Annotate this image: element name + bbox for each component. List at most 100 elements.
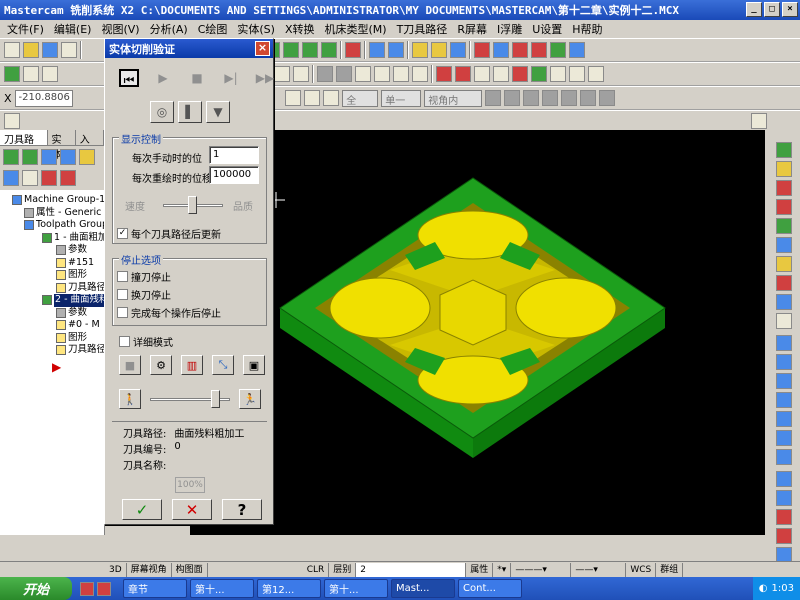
line-icon[interactable] [23, 66, 39, 82]
clear-color-button[interactable]: CLR [303, 562, 330, 577]
step-icon[interactable]: ▶| [221, 69, 241, 87]
net-icon[interactable] [412, 66, 428, 82]
tool-display-icon[interactable]: ◎ [150, 101, 174, 123]
filter-all-dropdown[interactable]: 全部... [342, 89, 379, 107]
table-icon[interactable] [436, 66, 452, 82]
view-front-icon[interactable] [283, 42, 299, 58]
screen-view-button[interactable]: 屏幕视角 [127, 562, 172, 577]
lock-ops-icon[interactable] [79, 149, 95, 165]
dialog-close-button[interactable]: × [255, 41, 270, 56]
simulation-speed-slider[interactable] [150, 389, 230, 409]
detail-mode-checkbox[interactable]: 详细模式 [119, 334, 173, 349]
quick-launch-icon[interactable] [97, 581, 111, 596]
taskbar-item[interactable]: Cont... [458, 579, 522, 598]
speed-slider-thumb[interactable] [188, 196, 197, 214]
edit-icon[interactable] [474, 66, 490, 82]
point-icon[interactable] [4, 66, 20, 82]
help-button[interactable]: ? [222, 499, 262, 520]
chart-icon[interactable]: ▥ [181, 355, 203, 375]
move-up-icon[interactable] [60, 169, 76, 186]
sweep-solid-icon[interactable] [775, 373, 792, 389]
tray-icon[interactable]: ◐ [759, 583, 768, 594]
window-select-icon[interactable] [523, 90, 540, 106]
stop-collision-checkbox[interactable]: 撞刀停止 [117, 269, 171, 284]
construction-plane-button[interactable]: 构图面 [172, 562, 208, 577]
simulation-slider-thumb[interactable] [211, 390, 221, 408]
boolean-remove-icon[interactable] [775, 509, 792, 525]
solid-box-icon[interactable] [775, 199, 792, 215]
post-icon[interactable] [531, 42, 547, 58]
cancel-button[interactable]: ✕ [172, 499, 212, 520]
vector-icon[interactable] [561, 90, 578, 106]
arc-icon[interactable] [42, 66, 58, 82]
maximize-button[interactable]: □ [764, 2, 780, 17]
brush-icon[interactable] [450, 42, 466, 58]
tool-icon[interactable] [512, 42, 528, 58]
highlight-icon[interactable] [431, 42, 447, 58]
chain-icon[interactable] [504, 90, 521, 106]
start-button[interactable]: 开始 [0, 577, 72, 600]
menu-create[interactable]: C绘图 [193, 21, 233, 37]
tree-item[interactable]: 刀具路径 [2, 344, 104, 357]
area-icon[interactable] [580, 90, 597, 106]
cone-icon[interactable] [775, 256, 792, 272]
stop-icon[interactable]: ■ [187, 69, 207, 87]
open-file-icon[interactable] [23, 42, 39, 58]
update-after-each-checkbox[interactable]: ✓ 每个刀具路径后更新 [117, 226, 221, 241]
dimension-icon[interactable] [293, 66, 309, 82]
draft-icon[interactable] [355, 66, 371, 82]
group-button[interactable]: 群组 [656, 562, 684, 577]
line-width-dropdown[interactable]: ——▾ [571, 562, 627, 577]
hidden-line-icon[interactable] [775, 180, 792, 196]
minimize-button[interactable]: _ [746, 2, 762, 17]
point-style-dropdown[interactable]: *▾ [493, 562, 512, 577]
new-file-icon[interactable] [4, 42, 20, 58]
tree-item[interactable]: 参数 [2, 244, 102, 257]
holder-display-icon[interactable]: ▌ [178, 101, 202, 123]
stop-tool-change-checkbox[interactable]: 换刀停止 [117, 287, 171, 302]
menu-help[interactable]: H帮助 [567, 21, 607, 37]
ok-button[interactable]: ✓ [122, 499, 162, 520]
menu-screen[interactable]: R屏幕 [452, 21, 492, 37]
menu-view[interactable]: 视图(V) [96, 21, 144, 37]
select-filter-icon[interactable] [485, 90, 502, 106]
attributes-button[interactable]: 属性 [466, 562, 494, 577]
box-icon[interactable] [775, 471, 792, 487]
quick-launch-icon[interactable] [80, 581, 94, 596]
sphere-icon[interactable] [388, 42, 404, 58]
toggle-display-icon[interactable] [3, 169, 19, 186]
print-icon[interactable] [61, 42, 77, 58]
disk-icon[interactable] [775, 294, 792, 310]
snap-icon[interactable] [304, 90, 321, 106]
menu-file[interactable]: 文件(F) [2, 21, 49, 37]
tree-item[interactable]: #151 [2, 257, 102, 270]
boolean-add-icon[interactable] [775, 490, 792, 506]
line-style-dropdown[interactable]: ———▾ [511, 562, 572, 577]
fillet-solid-icon[interactable] [775, 411, 792, 427]
surface-icon[interactable] [317, 66, 333, 82]
tree-item[interactable]: #0 - M [2, 319, 102, 332]
rewind-icon[interactable]: ⏮ [119, 69, 139, 87]
tree-item[interactable]: 2 - 曲面残料粗加工 [2, 294, 104, 307]
menu-toolpaths[interactable]: T刀具路径 [392, 21, 453, 37]
help-icon[interactable] [751, 112, 767, 129]
sweep-icon[interactable] [393, 66, 409, 82]
sphere-icon[interactable] [775, 237, 792, 253]
filter-icon[interactable]: ▼ [206, 101, 230, 123]
cube-icon[interactable] [345, 42, 361, 58]
rotate-icon[interactable] [550, 66, 566, 82]
loft-icon[interactable] [374, 66, 390, 82]
fast-run-icon[interactable]: 🏃 [239, 389, 261, 409]
taskbar-item[interactable]: 第十... [324, 579, 388, 598]
revolve-icon[interactable] [336, 66, 352, 82]
menu-analyze[interactable]: 分析(A) [145, 21, 193, 37]
wcs-button[interactable]: WCS [626, 562, 657, 577]
taskbar-item[interactable]: 第十... [190, 579, 254, 598]
tool-settings-icon[interactable]: ⚙ [150, 355, 172, 375]
close-window-button[interactable]: × [782, 2, 798, 17]
x-coordinate-input[interactable]: -210.8806 [14, 89, 73, 107]
text-icon[interactable] [274, 66, 290, 82]
view-inner-dropdown[interactable]: 视角内 [424, 89, 483, 107]
filter-single-dropdown[interactable]: 单一 [381, 89, 422, 107]
trim-icon[interactable] [493, 66, 509, 82]
